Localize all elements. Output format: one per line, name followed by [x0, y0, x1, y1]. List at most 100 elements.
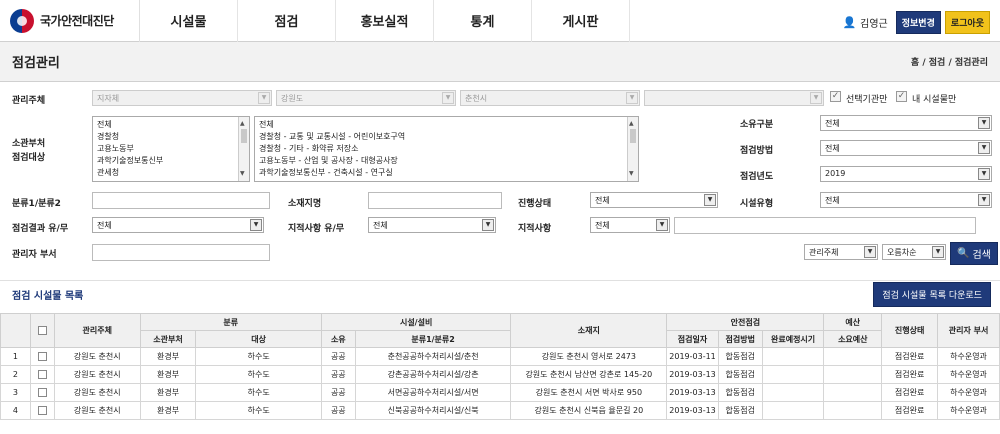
table-row[interactable]: 4 강원도 춘천시 환경부 하수도 공공 신북공공하수처리시설/신북 강원도 춘천시 …: [0, 401, 1000, 420]
category-label: 분류1/분류2: [12, 199, 61, 209]
manager-header: 관리자 부서: [937, 313, 1000, 348]
title-bar: 점검관리 홈 / 점검 / 점검관리: [0, 42, 1000, 82]
chevron-down-icon: ▼: [258, 92, 270, 104]
search-button-label: 검색: [972, 250, 991, 261]
my-facility-label: 내 시설물만: [912, 95, 957, 105]
nav-promotion[interactable]: 홍보실적: [336, 0, 434, 42]
nav-board[interactable]: 게시판: [532, 0, 630, 42]
list-item[interactable]: 경찰청: [97, 131, 245, 143]
list-item[interactable]: 전체: [97, 119, 245, 131]
facility-type-label: 시설유형: [740, 199, 774, 209]
dept-label: 소관부처: [12, 139, 46, 149]
row-checkbox[interactable]: [29, 347, 55, 366]
plan-header: 완료예정시기: [761, 330, 825, 348]
address-header: 소재지: [510, 313, 668, 348]
nav-facility[interactable]: 시설물: [140, 0, 238, 42]
year-label: 점검년도: [740, 172, 774, 182]
search-button[interactable]: 🔍 검색: [950, 242, 998, 265]
selected-org-label: 선택기관만: [846, 95, 888, 105]
facility-table: 관리주체 분류 시설/설비 소재지 안전점검 예산 진행상태 관리자 부서 소관…: [0, 313, 1000, 420]
location-input[interactable]: [368, 192, 502, 209]
issue-detail-input[interactable]: [674, 217, 976, 234]
list-title: 점검 시설물 목록: [12, 291, 84, 302]
list-item[interactable]: 고용노동부 - 산업 및 공사장 - 대형공사장: [259, 155, 634, 167]
logout-button[interactable]: 로그아웃: [944, 11, 990, 34]
list-item[interactable]: 경찰청 - 기타 - 화약류 저장소: [259, 143, 634, 155]
status-select[interactable]: 전체 ▼: [590, 192, 718, 208]
list-item[interactable]: 경찰청 - 교통 및 교통시설 - 어린이보호구역: [259, 131, 634, 143]
method-header: 점검방법: [717, 330, 763, 348]
mgmt-label: 관리주체: [12, 96, 46, 106]
user-area: 👤 김영근 정보변경 로그아웃: [842, 11, 990, 34]
mgmt-header: 관리주체: [53, 313, 141, 348]
facility-type-select[interactable]: 전체 ▼: [820, 192, 992, 208]
location-label: 소재지명: [288, 199, 322, 209]
chevron-down-icon: ▼: [656, 219, 668, 231]
own-select[interactable]: 전체 ▼: [820, 115, 992, 131]
mgmt-select-1[interactable]: 지자체 ▼: [92, 90, 272, 106]
method-label: 점검방법: [740, 146, 774, 156]
issue-detail-label: 지적사항: [518, 224, 552, 234]
result-select[interactable]: 전체 ▼: [92, 217, 264, 233]
facility-header: 시설/설비: [320, 313, 512, 331]
chevron-down-icon: ▼: [932, 246, 944, 258]
chevron-down-icon: ▼: [482, 219, 494, 231]
list-item[interactable]: 고용노동부: [97, 143, 245, 155]
list-section-header: 점검 시설물 목록 점검 시설물 목록 다운로드: [0, 280, 1000, 308]
method-select[interactable]: 전체 ▼: [820, 140, 992, 156]
fac-category-header: 분류1/분류2: [354, 330, 512, 348]
nav-statistics[interactable]: 통계: [434, 0, 532, 42]
select-all-checkbox[interactable]: [29, 313, 55, 348]
manager-dept-label: 관리자 부서: [12, 250, 57, 260]
table-row[interactable]: 1 강원도 춘천시 환경부 하수도 공공 춘천공공하수처리시설/춘천 강원도 춘천시 …: [0, 347, 1000, 366]
dept-listbox[interactable]: 전체 경찰청 고용노동부 과학기술정보통신부 관세청: [92, 116, 250, 182]
scrollbar[interactable]: [238, 117, 249, 181]
chevron-down-icon: ▼: [864, 246, 876, 258]
chevron-down-icon: ▼: [978, 142, 990, 154]
download-list-button[interactable]: 점검 시설물 목록 다운로드: [873, 282, 991, 307]
budget-need-header: 소요예산: [823, 330, 883, 348]
mgmt-select-4[interactable]: ▼: [644, 90, 824, 106]
dept-header: 소관부처: [139, 330, 197, 348]
category-header: 분류: [139, 313, 322, 331]
issue-detail-select[interactable]: 전체 ▼: [590, 217, 670, 233]
my-facility-checkbox[interactable]: ✓: [896, 91, 907, 102]
target-listbox[interactable]: 전체 경찰청 - 교통 및 교통시설 - 어린이보호구역 경찰청 - 기타 - …: [254, 116, 639, 182]
main-nav: 시설물 점검 홍보실적 통계 게시판: [140, 0, 630, 42]
budget-header: 예산: [823, 313, 883, 331]
mgmt-select-3[interactable]: 춘천시 ▼: [460, 90, 640, 106]
own-header: 소유: [320, 330, 356, 348]
issue-select[interactable]: 전체 ▼: [368, 217, 496, 233]
list-item[interactable]: 전체: [259, 119, 634, 131]
list-item[interactable]: 관세청: [97, 167, 245, 179]
chevron-down-icon: ▼: [978, 194, 990, 206]
row-checkbox[interactable]: [29, 365, 55, 384]
own-label: 소유구분: [740, 120, 774, 130]
taegeuk-logo-icon: [10, 8, 34, 33]
logo-text: 국가안전대진단: [40, 14, 114, 28]
row-checkbox[interactable]: [29, 401, 55, 420]
edit-info-button[interactable]: 정보변경: [895, 11, 941, 34]
table-row[interactable]: 3 강원도 춘천시 환경부 하수도 공공 서면공공하수처리시설/서면 강원도 춘천시 …: [0, 383, 1000, 402]
table-row[interactable]: 2 강원도 춘천시 환경부 하수도 공공 강촌공공하수처리시설/강촌 강원도 춘천시 …: [0, 365, 1000, 384]
status-header: 진행상태: [881, 313, 939, 348]
filter-panel: 관리주체 지자체 ▼ 강원도 ▼ 춘천시 ▼ ▼ ✓ 선택기관만 ✓ 내 시설물만 소…: [0, 84, 1000, 270]
sort-field-select[interactable]: 관리주체 ▼: [804, 244, 878, 260]
selected-org-checkbox[interactable]: ✓: [830, 91, 841, 102]
nav-inspection[interactable]: 점검: [238, 0, 336, 42]
list-item[interactable]: 과학기술정보통신부: [97, 155, 245, 167]
scrollbar[interactable]: [627, 117, 638, 181]
page-title: 점검관리: [12, 56, 60, 71]
list-item[interactable]: 과학기술정보통신부 - 건축시설 - 연구실: [259, 167, 634, 179]
mgmt-select-2[interactable]: 강원도 ▼: [276, 90, 456, 106]
chevron-down-icon: ▼: [978, 168, 990, 180]
result-label: 점검결과 유/무: [12, 224, 69, 234]
category-input[interactable]: [92, 192, 270, 209]
manager-dept-input[interactable]: [92, 244, 270, 261]
logo[interactable]: 국가안전대진단: [0, 0, 140, 42]
year-select[interactable]: 2019 ▼: [820, 166, 992, 182]
user-icon: 👤: [842, 16, 857, 29]
row-checkbox[interactable]: [29, 383, 55, 402]
sort-order-select[interactable]: 오름차순 ▼: [882, 244, 946, 260]
top-header: 국가안전대진단 시설물 점검 홍보실적 통계 게시판 👤 김영근 정보변경 로그…: [0, 0, 1000, 42]
